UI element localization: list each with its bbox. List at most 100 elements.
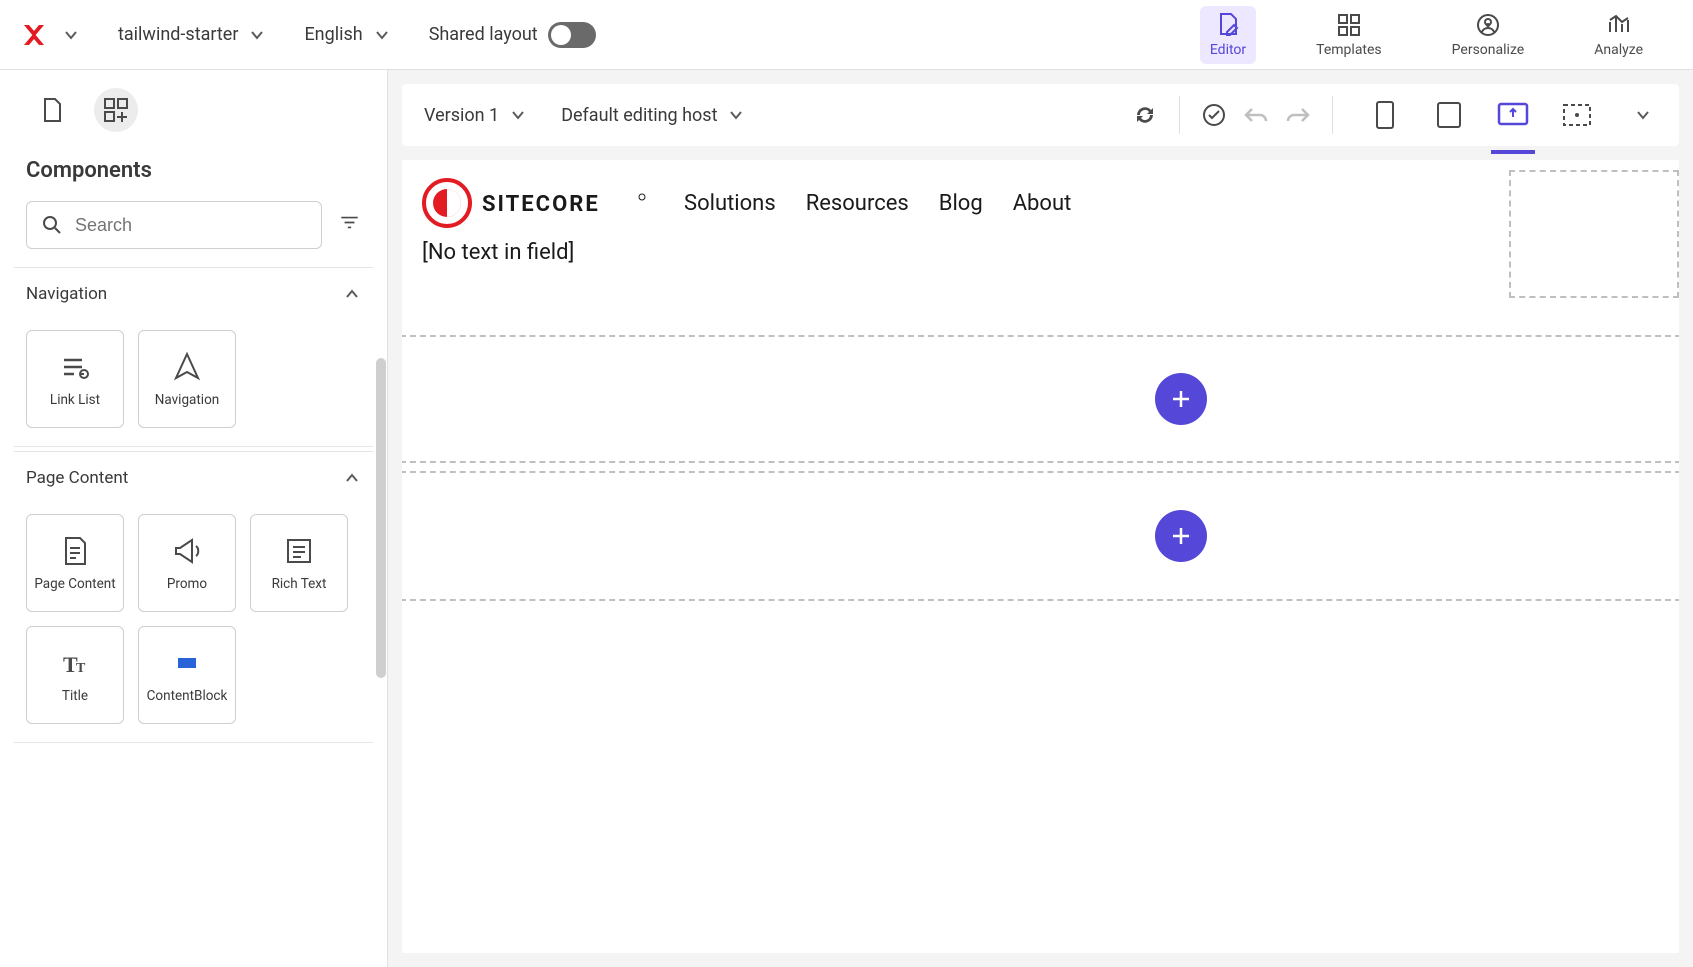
app-menu-chevron[interactable]: [62, 26, 80, 44]
rich-text-icon: [282, 534, 316, 568]
sidebar-tab-page[interactable]: [30, 88, 74, 132]
host-select[interactable]: Default editing host: [561, 105, 745, 126]
sidebar-tab-components[interactable]: [94, 88, 138, 132]
topbar: tailwind-starter English Shared layout E…: [0, 0, 1693, 70]
site-select[interactable]: tailwind-starter: [118, 24, 266, 45]
add-component-button-1[interactable]: [1155, 373, 1207, 425]
search-icon: [41, 214, 63, 236]
plus-icon: [1170, 525, 1192, 547]
nav-solutions[interactable]: Solutions: [684, 191, 776, 216]
analyze-icon: [1606, 12, 1632, 38]
filter-button[interactable]: [338, 211, 361, 239]
shared-layout-toggle-group: Shared layout: [429, 22, 596, 48]
tab-personalize[interactable]: Personalize: [1442, 6, 1535, 64]
sitecore-logo-icon: [422, 178, 472, 228]
chevron-down-icon: [373, 26, 391, 44]
refresh-button[interactable]: [1131, 101, 1159, 129]
plus-icon: [1170, 388, 1192, 410]
component-promo[interactable]: Promo: [138, 514, 236, 612]
navigation-icon: [170, 350, 204, 384]
component-navigation[interactable]: Navigation: [138, 330, 236, 428]
separator: [1332, 96, 1333, 134]
main: Components Navigation: [0, 70, 1693, 967]
site-select-label: tailwind-starter: [118, 24, 238, 45]
version-select-label: Version 1: [424, 105, 499, 126]
search-row: [0, 193, 387, 267]
section-page-content-body: Page Content Promo Rich Text: [14, 504, 373, 743]
add-component-button-2[interactable]: [1155, 510, 1207, 562]
tab-templates-label: Templates: [1316, 42, 1382, 58]
tab-personalize-label: Personalize: [1452, 42, 1525, 58]
shared-layout-label: Shared layout: [429, 24, 538, 45]
site-logo: SITECORE: [422, 178, 652, 228]
search-box[interactable]: [26, 201, 322, 249]
link-list-icon: [58, 350, 92, 384]
tab-templates[interactable]: Templates: [1306, 6, 1392, 64]
personalize-icon: [1475, 12, 1501, 38]
section-navigation-title: Navigation: [26, 284, 107, 304]
component-content-block[interactable]: ContentBlock: [138, 626, 236, 724]
scrollbar-thumb[interactable]: [376, 358, 386, 678]
component-navigation-label: Navigation: [151, 392, 223, 408]
canvas[interactable]: SITECORE Solutions Resources Blog About …: [402, 160, 1679, 953]
undo-button[interactable]: [1242, 101, 1270, 129]
section-navigation-body: Link List Navigation: [14, 320, 373, 447]
promo-icon: [170, 534, 204, 568]
sidebar-tabs: [0, 70, 387, 144]
nav-blog[interactable]: Blog: [939, 191, 983, 216]
check-circle-icon: [1200, 101, 1228, 129]
language-select-label: English: [304, 24, 362, 45]
search-input[interactable]: [75, 215, 307, 236]
svg-text:SITECORE: SITECORE: [482, 192, 600, 217]
fullscreen-icon: [1562, 103, 1592, 127]
device-mobile[interactable]: [1363, 93, 1407, 137]
section-navigation: Navigation Link List Navigation: [14, 267, 373, 447]
chevron-down-icon: [1634, 106, 1652, 124]
desktop-icon: [1497, 102, 1529, 128]
component-title[interactable]: TT Title: [26, 626, 124, 724]
tab-analyze[interactable]: Analyze: [1584, 6, 1653, 64]
section-page-content-header[interactable]: Page Content: [14, 452, 373, 504]
component-link-list-label: Link List: [46, 392, 104, 408]
svg-text:T: T: [76, 661, 86, 676]
approve-button[interactable]: [1200, 101, 1228, 129]
device-fullscreen[interactable]: [1555, 93, 1599, 137]
component-page-content-label: Page Content: [30, 576, 119, 592]
editor-icon: [1215, 12, 1241, 38]
tab-editor[interactable]: Editor: [1200, 6, 1256, 64]
drop-zone-2[interactable]: [402, 471, 1679, 601]
empty-text-field[interactable]: [No text in field]: [402, 228, 1679, 277]
sidebar: Components Navigation: [0, 70, 388, 967]
language-select[interactable]: English: [304, 24, 390, 45]
device-tabs: [1363, 93, 1657, 137]
device-tablet[interactable]: [1427, 93, 1471, 137]
nav-resources[interactable]: Resources: [806, 191, 909, 216]
chevron-down-icon: [727, 106, 745, 124]
redo-button[interactable]: [1284, 101, 1312, 129]
tab-editor-label: Editor: [1210, 42, 1246, 58]
site-header: SITECORE Solutions Resources Blog About: [402, 160, 1679, 228]
canvas-toolbar-right: [1131, 93, 1657, 137]
drop-zone-top-right[interactable]: [1509, 170, 1679, 298]
component-link-list[interactable]: Link List: [26, 330, 124, 428]
component-promo-label: Promo: [163, 576, 211, 592]
app-logo-icon: [20, 21, 48, 49]
shared-layout-toggle[interactable]: [548, 22, 596, 48]
page-content-icon: [58, 534, 92, 568]
sitecore-wordmark: SITECORE: [482, 189, 652, 217]
device-more[interactable]: [1629, 101, 1657, 129]
component-rich-text[interactable]: Rich Text: [250, 514, 348, 612]
component-page-content[interactable]: Page Content: [26, 514, 124, 612]
host-select-label: Default editing host: [561, 105, 717, 126]
page-icon: [38, 96, 66, 124]
tablet-icon: [1435, 100, 1463, 130]
component-title-label: Title: [58, 688, 92, 704]
device-desktop[interactable]: [1491, 93, 1535, 137]
version-select[interactable]: Version 1: [424, 105, 527, 126]
mobile-icon: [1374, 100, 1396, 130]
nav-about[interactable]: About: [1013, 191, 1072, 216]
section-navigation-header[interactable]: Navigation: [14, 268, 373, 320]
sections: Navigation Link List Navigation: [0, 267, 387, 967]
drop-zone-1[interactable]: [402, 335, 1679, 463]
canvas-toolbar: Version 1 Default editing host: [402, 84, 1679, 146]
